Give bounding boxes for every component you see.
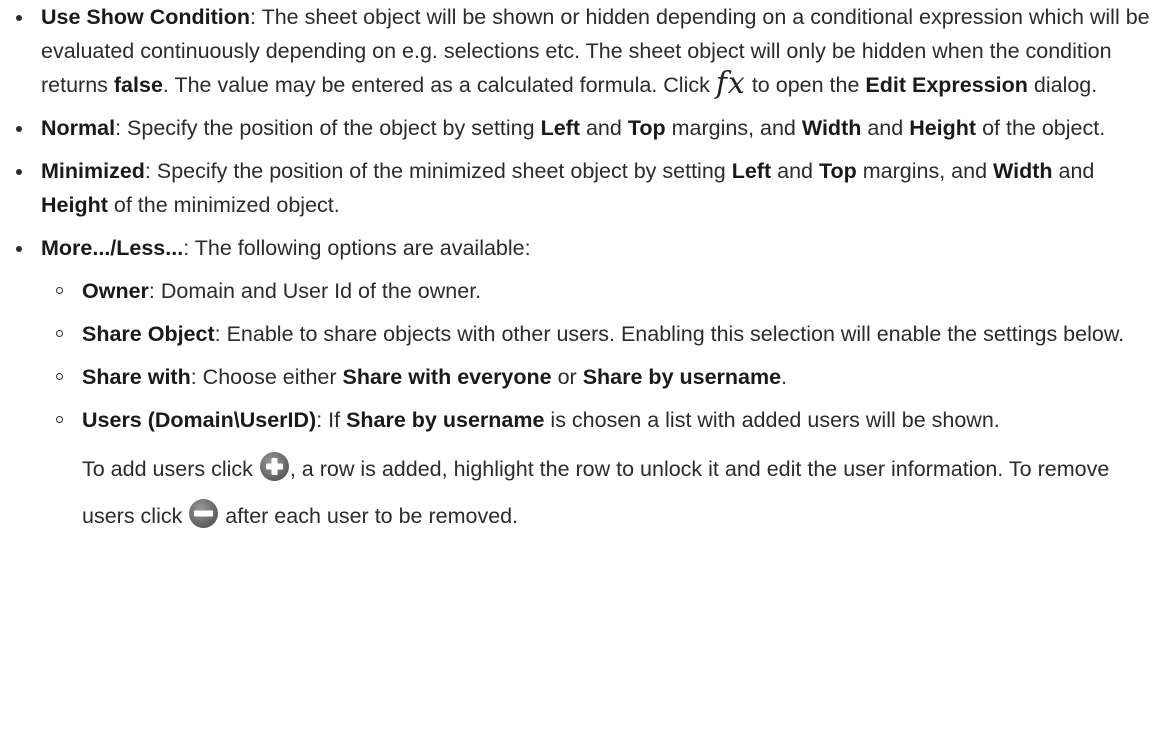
bold-share-by-username: Share by username	[346, 408, 545, 432]
desc-text: and	[861, 116, 910, 140]
bold-left: Left	[540, 116, 580, 140]
options-list: Use Show Condition: The sheet object wil…	[0, 0, 1160, 549]
sublist-item-users: Users (Domain\UserID): If Share by usern…	[41, 403, 1160, 540]
desc-text: margins, and	[856, 159, 994, 183]
sublist-item-share-with: Share with: Choose either Share with eve…	[41, 360, 1160, 394]
desc-text: : Choose either	[190, 365, 343, 389]
remove-user-minus-icon[interactable]	[188, 498, 219, 529]
list-item-use-show-condition: Use Show Condition: The sheet object wil…	[0, 0, 1160, 102]
desc-text: is chosen a list with added users will b…	[544, 408, 1000, 432]
desc-text: : Domain and User Id of the owner.	[148, 279, 482, 303]
bold-edit-expression: Edit Expression	[865, 73, 1028, 97]
desc-text: and	[1052, 159, 1095, 183]
desc-text: of the minimized object.	[107, 193, 340, 217]
bold-height: Height	[909, 116, 977, 140]
desc-text: and	[771, 159, 819, 183]
users-instructions: To add users click , a row is added, hig…	[82, 446, 1160, 540]
desc-text: .	[781, 365, 788, 389]
desc-text: and	[579, 116, 628, 140]
term-more-less: More.../Less...	[41, 236, 184, 260]
bold-top: Top	[627, 116, 666, 140]
desc-text: : If	[316, 408, 347, 432]
term-share-with: Share with	[82, 365, 191, 389]
desc-text: to open the	[745, 73, 866, 97]
list-item-normal: Normal: Specify the position of the obje…	[0, 111, 1160, 145]
term-normal: Normal	[41, 116, 116, 140]
add-user-plus-icon[interactable]	[259, 451, 290, 482]
list-item-more-less: More.../Less...: The following options a…	[0, 231, 1160, 540]
desc-text: : Specify the position of the object by …	[115, 116, 541, 140]
desc-text: : The following options are available:	[183, 236, 531, 260]
term-users-domain-userid: Users (Domain\UserID)	[82, 408, 317, 432]
desc-text: dialog.	[1027, 73, 1098, 97]
bold-height: Height	[41, 193, 108, 217]
desc-text: : Specify the position of the minimized …	[144, 159, 732, 183]
term-owner: Owner	[82, 279, 149, 303]
desc-text: after each user to be removed.	[219, 504, 519, 528]
fx-expression-icon[interactable]: fx	[716, 66, 746, 101]
bold-share-by-username: Share by username	[582, 365, 782, 389]
more-options-sublist: Owner: Domain and User Id of the owner. …	[41, 274, 1160, 540]
bold-top: Top	[818, 159, 857, 183]
bold-width: Width	[801, 116, 862, 140]
desc-text: margins, and	[665, 116, 802, 140]
list-item-minimized: Minimized: Specify the position of the m…	[0, 154, 1160, 222]
bold-false: false	[113, 73, 163, 97]
term-use-show-condition: Use Show Condition	[41, 5, 251, 29]
term-minimized: Minimized	[41, 159, 145, 183]
sublist-item-share-object: Share Object: Enable to share objects wi…	[41, 317, 1160, 351]
bold-left: Left	[731, 159, 772, 183]
desc-text: of the object.	[976, 116, 1106, 140]
desc-text: or	[551, 365, 583, 389]
desc-text: . The value may be entered as a calculat…	[162, 73, 716, 97]
sublist-item-owner: Owner: Domain and User Id of the owner.	[41, 274, 1160, 308]
term-share-object: Share Object	[82, 322, 215, 346]
bold-share-with-everyone: Share with everyone	[342, 365, 552, 389]
help-document: Use Show Condition: The sheet object wil…	[0, 0, 1175, 738]
desc-text: : Enable to share objects with other use…	[214, 322, 1125, 346]
desc-text: To add users click	[82, 457, 259, 481]
bold-width: Width	[993, 159, 1053, 183]
